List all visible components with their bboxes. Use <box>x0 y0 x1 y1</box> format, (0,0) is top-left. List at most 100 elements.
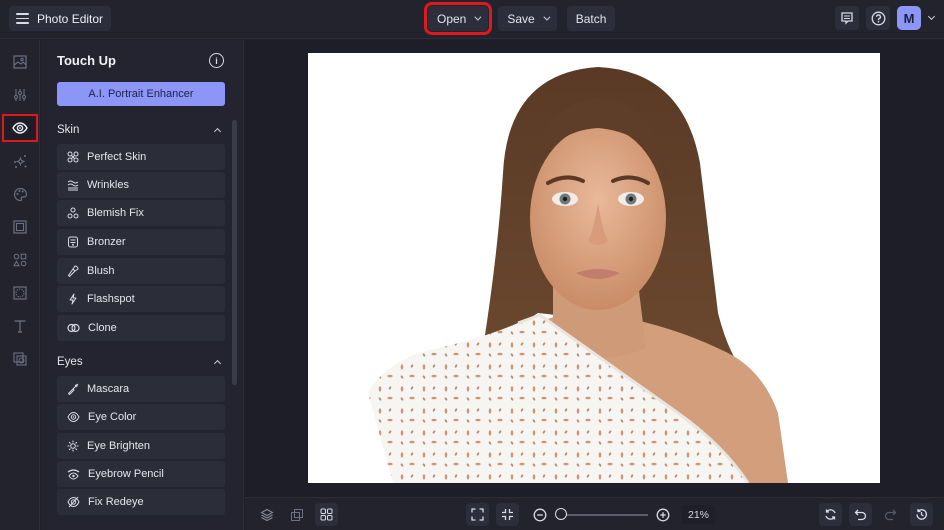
rail-item-frames[interactable] <box>4 215 36 239</box>
open-label: Open <box>437 11 467 26</box>
bronzer-icon <box>68 236 78 248</box>
eyebrow-pencil-icon <box>67 469 80 480</box>
portrait-illustration <box>368 67 788 483</box>
batch-button[interactable]: Batch <box>566 6 616 31</box>
app-menu-button[interactable]: Photo Editor <box>9 6 112 31</box>
rail-item-effects[interactable] <box>4 149 36 173</box>
panel-scrollbar[interactable] <box>232 120 237 385</box>
undo-button[interactable] <box>849 503 872 526</box>
grid-icon <box>320 508 333 521</box>
sparkle-icon <box>13 154 26 168</box>
save-button[interactable]: Save <box>498 6 557 31</box>
account-chevron-down-icon[interactable] <box>927 12 936 21</box>
history-icon <box>916 509 927 520</box>
redo-button[interactable] <box>879 503 902 526</box>
redo-icon <box>884 509 897 521</box>
zoom-percentage[interactable]: 21% <box>682 505 715 524</box>
texture-icon <box>13 352 27 366</box>
layers-button[interactable] <box>255 503 278 526</box>
section-title: Eyes <box>57 356 83 368</box>
rail-item-text[interactable] <box>4 314 36 338</box>
section-header-skin[interactable]: Skin <box>57 124 225 136</box>
chevron-up-icon <box>213 359 222 368</box>
ai-portrait-enhancer-button[interactable]: A.I. Portrait Enhancer <box>57 82 225 106</box>
fit-to-screen-button[interactable] <box>466 503 489 526</box>
panel-title: Touch Up <box>57 53 116 68</box>
eye-brighten-icon <box>67 440 79 452</box>
image-icon <box>13 55 27 69</box>
wrinkles-icon <box>67 180 79 191</box>
compare-button[interactable] <box>285 503 308 526</box>
tool-eye-color[interactable]: Eye Color <box>57 404 225 430</box>
palette-icon <box>13 187 27 201</box>
tool-label: Bronzer <box>87 236 126 248</box>
reset-button[interactable] <box>819 503 842 526</box>
tool-flashspot[interactable]: Flashspot <box>57 286 225 312</box>
tool-label: Eye Brighten <box>87 440 150 452</box>
actual-size-button[interactable] <box>496 503 519 526</box>
user-avatar[interactable]: M <box>897 6 921 30</box>
tool-label: Flashspot <box>87 293 135 305</box>
text-icon <box>14 320 26 333</box>
expand-icon <box>471 508 484 521</box>
top-bar: Photo Editor Open Save Batch M <box>0 0 944 39</box>
tool-label: Wrinkles <box>87 179 129 191</box>
tool-label: Perfect Skin <box>87 151 147 163</box>
tool-label: Blush <box>87 265 115 277</box>
rail-item-graphics[interactable] <box>4 248 36 272</box>
tool-mascara[interactable]: Mascara <box>57 376 225 402</box>
zoom-slider-track[interactable] <box>561 514 648 516</box>
tool-eye-brighten[interactable]: Eye Brighten <box>57 433 225 459</box>
feedback-button[interactable] <box>835 6 859 30</box>
tool-perfect-skin[interactable]: Perfect Skin <box>57 144 225 170</box>
section-header-eyes[interactable]: Eyes <box>57 356 225 368</box>
zoom-out-button[interactable] <box>528 503 551 526</box>
eye-icon <box>12 122 28 134</box>
overlay-icon <box>13 286 27 300</box>
tool-blush[interactable]: Blush <box>57 258 225 284</box>
history-button[interactable] <box>910 503 933 526</box>
shapes-icon <box>13 253 27 267</box>
tool-label: Clone <box>88 322 117 334</box>
zoom-slider-handle[interactable] <box>555 508 567 520</box>
grid-view-button[interactable] <box>315 503 338 526</box>
info-icon[interactable]: i <box>209 53 224 68</box>
help-button[interactable] <box>866 6 890 30</box>
tool-label: Blemish Fix <box>87 207 144 219</box>
help-icon <box>871 11 885 25</box>
rail-item-adjust[interactable] <box>4 83 36 107</box>
undo-icon <box>854 509 867 521</box>
tool-fix-redeye[interactable]: Fix Redeye <box>57 489 225 515</box>
tool-wrinkles[interactable]: Wrinkles <box>57 172 225 198</box>
tool-eyebrow-pencil[interactable]: Eyebrow Pencil <box>57 461 225 487</box>
zoom-in-button[interactable] <box>651 503 674 526</box>
touch-up-panel: Touch Up i A.I. Portrait Enhancer Skin P… <box>41 40 244 530</box>
tool-blemish-fix[interactable]: Blemish Fix <box>57 200 225 226</box>
tool-bronzer[interactable]: Bronzer <box>57 229 225 255</box>
mascara-icon <box>67 383 79 395</box>
blush-brush-icon <box>67 265 79 277</box>
save-label: Save <box>507 11 535 26</box>
rail-item-touch-up[interactable] <box>2 114 38 142</box>
rail-item-textures[interactable] <box>4 347 36 371</box>
tool-label: Eye Color <box>88 411 137 423</box>
rail-item-image[interactable] <box>4 50 36 74</box>
zoom-out-icon <box>533 508 546 521</box>
perfect-skin-icon <box>67 151 79 163</box>
tool-label: Eyebrow Pencil <box>88 468 164 480</box>
eye-color-icon <box>67 411 80 423</box>
chevron-down-icon <box>543 13 551 21</box>
compare-icon <box>290 508 303 521</box>
clone-icon <box>67 323 80 333</box>
tool-category-rail <box>0 40 40 530</box>
frame-icon <box>13 220 27 234</box>
open-button[interactable]: Open <box>423 2 493 35</box>
photo-image[interactable] <box>308 53 880 483</box>
rail-item-artsy[interactable] <box>4 182 36 206</box>
hamburger-icon <box>16 13 29 24</box>
fix-redeye-icon <box>67 496 80 508</box>
flashspot-icon <box>69 293 77 305</box>
tool-clone[interactable]: Clone <box>57 315 225 341</box>
rail-item-overlays[interactable] <box>4 281 36 305</box>
section-title: Skin <box>57 124 80 136</box>
